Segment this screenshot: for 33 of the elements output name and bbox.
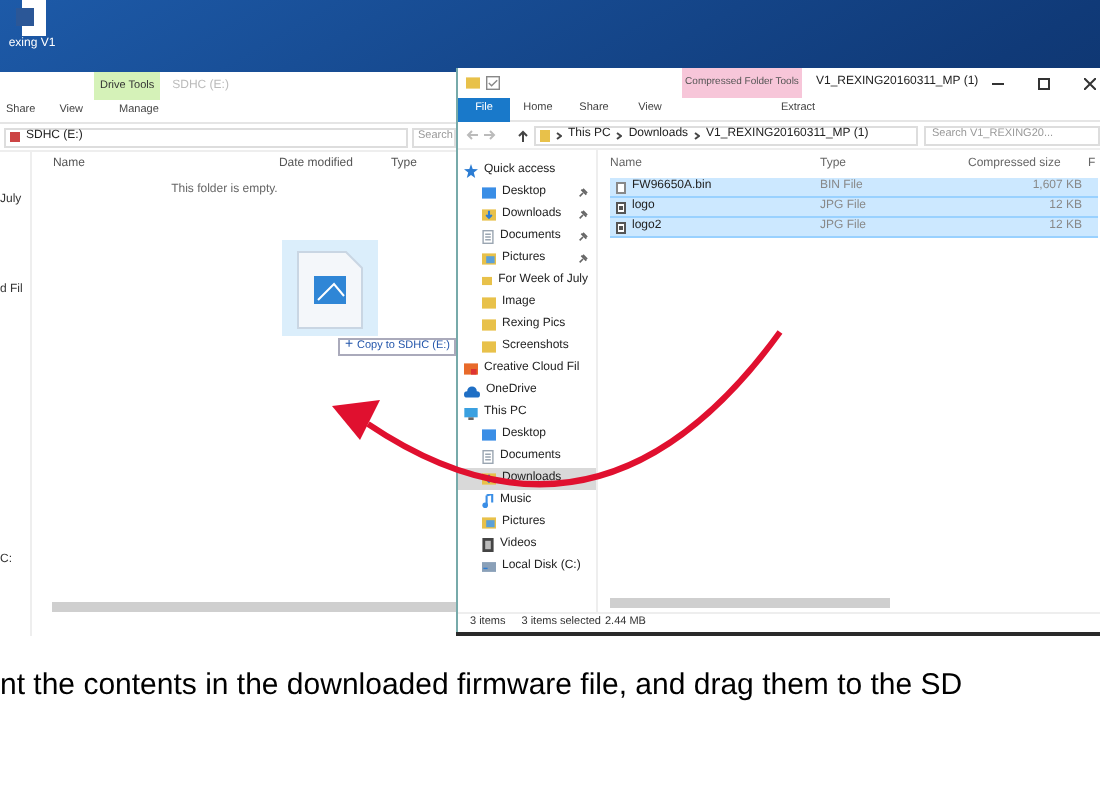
- instruction-caption: nt the contents in the downloaded firmware file, and drag them to the SD: [0, 666, 965, 706]
- download-folder-icon: [482, 208, 496, 222]
- folder-icon: [482, 186, 496, 200]
- pictures-folder-icon: [482, 252, 496, 266]
- monitor-icon: [464, 407, 478, 419]
- folder-icon: [466, 76, 480, 90]
- drive-icon: [10, 132, 20, 142]
- document-icon: [16, 0, 48, 36]
- folder-icon: [482, 428, 496, 442]
- pictures-folder-icon: [482, 516, 496, 530]
- folder-icon: [540, 129, 550, 141]
- document-icon: [482, 230, 494, 244]
- cloud-icon: [464, 385, 480, 397]
- horizontal-scrollbar[interactable]: [610, 598, 890, 608]
- image-file-icon: [616, 221, 626, 233]
- close-icon[interactable]: [1084, 77, 1096, 89]
- maximize-icon[interactable]: [1038, 77, 1050, 89]
- folder-icon: [464, 362, 478, 376]
- checkmark-icon: [486, 76, 500, 90]
- chevron-icon: [694, 131, 701, 139]
- horizontal-scrollbar[interactable]: [52, 602, 456, 612]
- download-folder-icon: [482, 472, 496, 486]
- music-note-icon: [482, 494, 494, 508]
- document-icon: [482, 450, 494, 464]
- up-arrow-icon[interactable]: [518, 129, 528, 141]
- image-file-icon: [616, 201, 626, 213]
- star-icon: [464, 164, 478, 178]
- chevron-icon: [616, 131, 623, 139]
- minimize-icon[interactable]: [992, 77, 1004, 89]
- drive-icon: [482, 562, 496, 572]
- chevron-icon: [556, 131, 562, 139]
- film-icon: [482, 538, 494, 552]
- file-icon: [616, 181, 626, 193]
